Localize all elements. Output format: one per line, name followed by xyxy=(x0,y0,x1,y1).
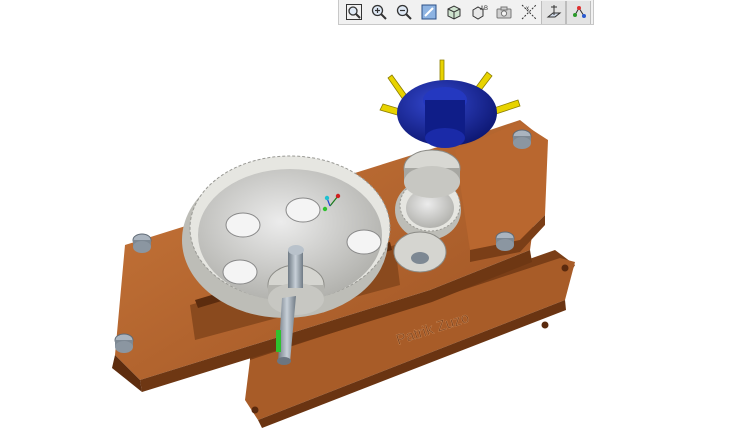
key-marker xyxy=(276,330,281,352)
model-viewport[interactable]: Patrik Zuzo xyxy=(0,0,747,444)
base-hole xyxy=(251,406,259,414)
pinion-gear xyxy=(403,149,461,198)
bolt xyxy=(495,231,515,251)
base-hole xyxy=(541,321,549,329)
bolt xyxy=(114,333,134,353)
base-hole xyxy=(561,264,569,272)
bolt xyxy=(512,129,532,149)
bolt xyxy=(132,233,152,253)
bearing xyxy=(393,231,447,273)
